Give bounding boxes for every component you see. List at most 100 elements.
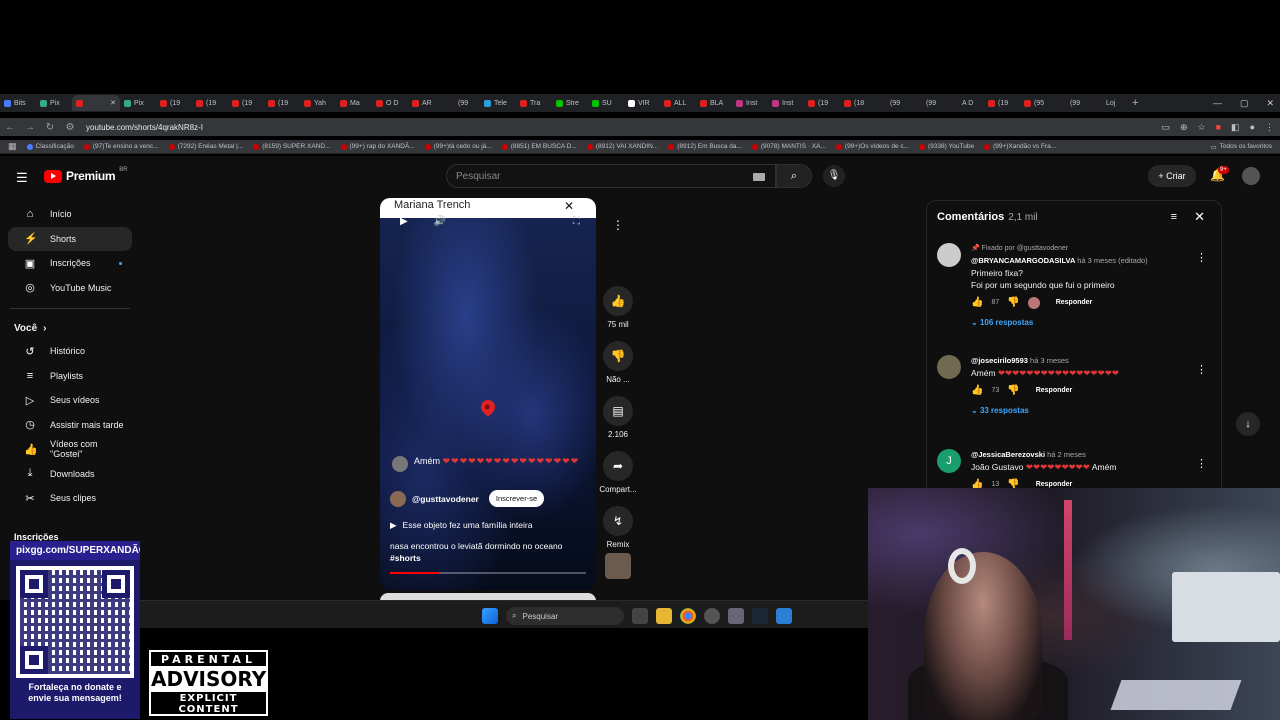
browser-tab[interactable]: (99	[1056, 95, 1092, 111]
forward-icon[interactable]: →	[20, 122, 40, 133]
all-bookmarks[interactable]: ▭ Todos os favoritos	[1210, 143, 1272, 151]
close-window-icon[interactable]: ✕	[1266, 98, 1274, 109]
view-replies-button[interactable]: ⌄ 33 respostas	[971, 405, 1207, 417]
browser-tab[interactable]: (95	[1020, 95, 1056, 111]
short-more-options-icon[interactable]: ⋮	[612, 218, 624, 232]
channel-name[interactable]: @gusttavodener	[412, 494, 479, 504]
like-icon[interactable]: 👍	[971, 297, 983, 309]
bookmark-item[interactable]: (99+)tá cedo ou já...	[424, 143, 492, 150]
minimize-icon[interactable]: —	[1213, 98, 1222, 108]
sidebar-item[interactable]: ◷ Assistir mais tarde	[8, 413, 132, 438]
bookmark-item[interactable]: (8912) VAI XANDIN...	[586, 143, 658, 150]
search-button[interactable]: ⌕	[776, 164, 812, 188]
sidebar-item[interactable]: ↺ Histórico	[8, 339, 132, 364]
search-input[interactable]: Pesquisar	[446, 164, 776, 188]
sidebar-item[interactable]: ◎ YouTube Music	[8, 276, 132, 301]
comment-author[interactable]: @JessicaBerezovski há 2 meses	[971, 449, 1207, 461]
bookmark-item[interactable]: (8912) Em Busca da...	[668, 143, 742, 150]
account-avatar[interactable]	[1242, 167, 1260, 185]
chrome-icon[interactable]	[680, 608, 696, 624]
browser-tab[interactable]: Pix	[36, 95, 72, 111]
sidebar-item[interactable]: ⚡ Shorts	[8, 226, 132, 251]
browser-tab[interactable]: Inst	[732, 95, 768, 111]
video-progress-bar[interactable]	[390, 572, 586, 574]
remix-button[interactable]: ↯ Remix	[603, 506, 633, 579]
browser-tab[interactable]: Ma	[336, 95, 372, 111]
reload-icon[interactable]: ↻	[40, 122, 60, 133]
subscribe-button[interactable]: Inscrever-se	[488, 490, 545, 507]
sidebar-item[interactable]: 👍 Vídeos com "Gostei"	[8, 437, 132, 462]
cast-icon[interactable]: ▭	[1161, 122, 1170, 133]
sidebar-item[interactable]: ▷ Seus vídeos	[8, 388, 132, 413]
you-section-header[interactable]: Você ›	[0, 317, 140, 339]
browser-menu-icon[interactable]: ⋮	[1265, 122, 1274, 133]
bookmark-item[interactable]: Classificação	[26, 143, 74, 150]
settings-icon[interactable]	[728, 608, 744, 624]
browser-tab[interactable]: Bits	[0, 95, 36, 111]
task-view-icon[interactable]	[632, 608, 648, 624]
sort-icon[interactable]: ≡	[1171, 211, 1177, 223]
browser-tab[interactable]: VIR	[624, 95, 660, 111]
sidebar-item[interactable]: ⌂ Início	[8, 202, 132, 227]
extension-icon[interactable]: ■	[1216, 122, 1221, 133]
browser-tab[interactable]: BLA	[696, 95, 732, 111]
browser-tab[interactable]: (99	[876, 95, 912, 111]
dislike-icon[interactable]: 👎	[1007, 385, 1019, 397]
hashtag-link[interactable]: #shorts	[390, 552, 562, 564]
app-icon[interactable]	[704, 608, 720, 624]
file-explorer-icon[interactable]	[656, 608, 672, 624]
zoom-icon[interactable]: ⊕	[1180, 122, 1188, 133]
sidebar-item[interactable]: ≡ Playlists	[8, 364, 132, 389]
like-button[interactable]: 👍 75 mil	[603, 286, 633, 329]
comment-author[interactable]: @josecirilo9593 há 3 meses	[971, 355, 1207, 367]
short-video-player[interactable]: Mariana Trench ✕ ▶ 🔊 ⛶ Amém ❤❤❤❤❤❤❤❤❤❤❤❤…	[380, 198, 596, 590]
back-icon[interactable]: ←	[0, 122, 20, 133]
reply-button[interactable]: Responder	[1056, 297, 1093, 309]
bookmark-item[interactable]: (8851) EM BUSCA D...	[501, 143, 577, 150]
browser-tab[interactable]: Inst	[768, 95, 804, 111]
comment-menu-icon[interactable]: ⋮	[1196, 457, 1207, 470]
browser-tab[interactable]: (19	[156, 95, 192, 111]
bookmark-item[interactable]: (99+) rap do XANDÃ...	[340, 143, 415, 150]
browser-tab[interactable]: (19	[804, 95, 840, 111]
browser-tab[interactable]: Pix	[120, 95, 156, 111]
maximize-icon[interactable]: ▢	[1240, 98, 1249, 109]
fullscreen-icon[interactable]: ⛶	[573, 216, 580, 227]
browser-tab[interactable]: (99	[444, 95, 480, 111]
bookmark-item[interactable]: (7292) Enéas Metal |...	[168, 143, 243, 150]
browser-tab[interactable]: O D	[372, 95, 408, 111]
bookmark-item[interactable]: (8159) SUPER XAND...	[253, 143, 331, 150]
browser-tab[interactable]: (18	[840, 95, 876, 111]
comment-menu-icon[interactable]: ⋮	[1196, 251, 1207, 264]
close-comments-icon[interactable]: ✕	[1194, 209, 1205, 225]
short-description[interactable]: ▶ Esse objeto fez uma família inteira	[390, 520, 532, 531]
browser-tab[interactable]: (19	[228, 95, 264, 111]
youtube-logo[interactable]: Premium BR	[44, 167, 128, 183]
browser-tab[interactable]: (19	[192, 95, 228, 111]
volume-icon[interactable]: 🔊	[434, 216, 446, 227]
comment-author[interactable]: @BRYANCAMARGODASILVA há 3 meses (editado…	[971, 255, 1207, 267]
browser-tab[interactable]: A D	[948, 95, 984, 111]
create-button[interactable]: + Criar	[1148, 165, 1196, 187]
site-info-icon[interactable]: ⚙	[60, 122, 80, 133]
bookmark-item[interactable]: (9078) MANTIS · XA...	[751, 143, 826, 150]
browser-tab[interactable]: SU	[588, 95, 624, 111]
windows-start-icon[interactable]	[482, 608, 498, 624]
dislike-button[interactable]: 👎 Não ...	[603, 341, 633, 384]
comment-menu-icon[interactable]: ⋮	[1196, 363, 1207, 376]
sidebar-item[interactable]: ✂ Seus clipes	[8, 486, 132, 511]
next-short-arrow-icon[interactable]: ↓	[1236, 412, 1260, 436]
browser-tab[interactable]: ALL	[660, 95, 696, 111]
reply-button[interactable]: Responder	[1036, 385, 1073, 397]
share-button[interactable]: ➦ Compart...	[599, 451, 637, 494]
browser-tab[interactable]: Yah	[300, 95, 336, 111]
bookmark-item[interactable]: (97)Te ensino a venc...	[83, 143, 159, 150]
taskbar-search[interactable]: ⌕ Pesquisar	[506, 607, 624, 625]
menu-icon[interactable]: ☰	[16, 170, 28, 186]
browser-tab[interactable]: Tra	[516, 95, 552, 111]
like-icon[interactable]: 👍	[971, 385, 983, 397]
sound-thumbnail[interactable]	[605, 553, 631, 579]
browser-tab[interactable]: (99	[912, 95, 948, 111]
extensions-icon[interactable]: ◧	[1231, 122, 1240, 133]
bookmark-item[interactable]: (99+)Os vídeos de c...	[835, 143, 909, 150]
